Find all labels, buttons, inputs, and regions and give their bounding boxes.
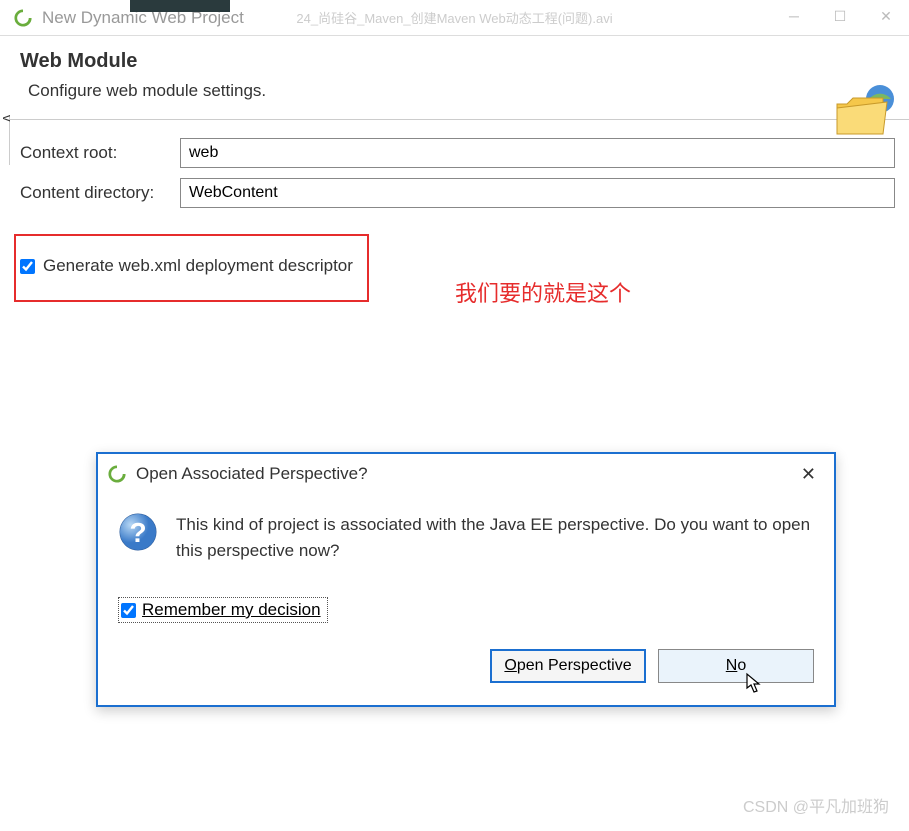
minimize-button[interactable]: ─	[771, 0, 817, 32]
generate-descriptor-checkbox[interactable]	[20, 259, 35, 274]
remember-decision-label[interactable]: Remember my decision	[142, 600, 321, 620]
window-controls: ─ ☐ ✕	[771, 0, 909, 32]
remember-decision-checkbox[interactable]	[121, 603, 136, 618]
left-tab-stub: v	[0, 115, 10, 165]
remember-decision-row: Remember my decision	[118, 597, 328, 623]
page-description: Configure web module settings.	[28, 81, 889, 101]
dialog-remember-area: Remember my decision	[98, 573, 834, 633]
cursor-icon	[745, 672, 763, 694]
context-root-input[interactable]	[180, 138, 895, 168]
eclipse-icon	[108, 465, 126, 483]
annotation-text: 我们要的就是这个	[455, 276, 631, 308]
watermark: CSDN @平凡加班狗	[743, 793, 889, 817]
open-perspective-button[interactable]: Open Perspective	[490, 649, 646, 683]
context-root-row: Context root:	[20, 138, 895, 168]
dialog-title: Open Associated Perspective?	[136, 464, 793, 484]
eclipse-icon	[14, 9, 32, 27]
web-folder-icon	[835, 84, 895, 139]
dialog-buttons: Open Perspective No	[98, 633, 834, 705]
content-directory-row: Content directory:	[20, 178, 895, 208]
svg-text:?: ?	[129, 517, 146, 548]
wizard-header: Web Module Configure web module settings…	[0, 36, 909, 119]
generate-descriptor-label[interactable]: Generate web.xml deployment descriptor	[43, 256, 353, 276]
close-button[interactable]: ✕	[863, 0, 909, 32]
maximize-button[interactable]: ☐	[817, 0, 863, 32]
decorative-strip	[130, 0, 230, 12]
question-icon: ?	[118, 512, 158, 552]
highlight-box: Generate web.xml deployment descriptor	[14, 234, 369, 302]
dialog-message: This kind of project is associated with …	[176, 512, 814, 563]
no-button[interactable]: No	[658, 649, 814, 683]
context-root-label: Context root:	[20, 143, 180, 163]
window-titlebar: New Dynamic Web Project 24_尚硅谷_Maven_创建M…	[0, 0, 909, 36]
content-directory-label: Content directory:	[20, 183, 180, 203]
dialog-titlebar: Open Associated Perspective? ✕	[98, 454, 834, 494]
dialog-close-button[interactable]: ✕	[793, 460, 824, 489]
page-title: Web Module	[20, 50, 889, 73]
content-directory-input[interactable]	[180, 178, 895, 208]
video-caption: 24_尚硅谷_Maven_创建Maven Web动态工程(问题).avi	[296, 8, 612, 27]
perspective-dialog: Open Associated Perspective? ✕ ? This ki…	[96, 452, 836, 707]
generate-descriptor-row: Generate web.xml deployment descriptor	[20, 256, 353, 276]
dialog-body: ? This kind of project is associated wit…	[98, 494, 834, 573]
